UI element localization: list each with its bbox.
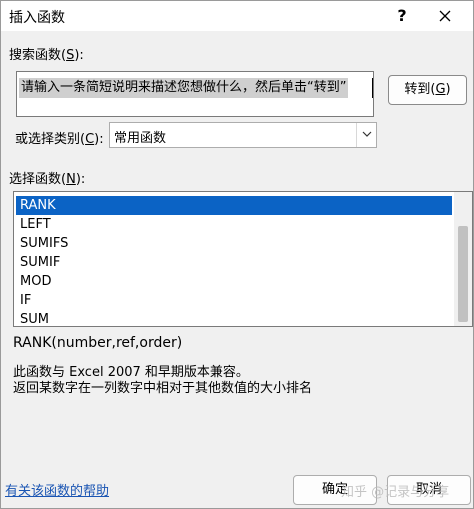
chevron-down-icon	[362, 131, 371, 137]
dialog-title: 插入函数	[9, 10, 65, 26]
help-button[interactable]: ?	[389, 4, 415, 28]
search-input-text: 请输入一条简短说明来描述您想做什么，然后单击“转到”	[19, 78, 349, 98]
function-item-if[interactable]: IF	[16, 291, 452, 310]
search-input[interactable]: 请输入一条简短说明来描述您想做什么，然后单击“转到”	[16, 71, 374, 117]
function-item-rank[interactable]: RANK	[16, 196, 452, 215]
function-item-sum[interactable]: SUM	[16, 310, 452, 326]
function-item-sumifs[interactable]: SUMIFS	[16, 234, 452, 253]
goto-button[interactable]: 转到(G)	[388, 75, 467, 105]
function-description: 返回某数字在一列数字中相对于其他数值的大小排名	[13, 381, 313, 396]
function-item-sumif[interactable]: SUMIF	[16, 253, 452, 272]
function-help-link[interactable]: 有关该函数的帮助	[5, 480, 109, 499]
text-caret	[372, 78, 373, 98]
function-item-mod[interactable]: MOD	[16, 272, 452, 291]
insert-function-dialog: 插入函数 ? 搜索函数(S): 请输入一条简短说明来描述您想做什么，然后单击“转…	[0, 0, 474, 509]
function-item-left[interactable]: LEFT	[16, 215, 452, 234]
category-value: 常用函数	[114, 131, 167, 146]
function-list-label: 选择函数(N):	[9, 172, 86, 187]
search-label: 搜索函数(S):	[9, 48, 84, 63]
category-select[interactable]: 常用函数	[109, 122, 377, 148]
scrollbar-thumb[interactable]	[458, 226, 468, 322]
close-icon	[439, 10, 451, 21]
cancel-button[interactable]: 取消	[387, 475, 471, 505]
function-listbox[interactable]: RANK LEFT SUMIFS SUMIF MOD IF SUM	[13, 191, 473, 327]
function-signature: RANK(number,ref,order)	[13, 335, 183, 351]
function-list-scrollbar[interactable]	[454, 192, 472, 326]
title-bar: 插入函数 ?	[1, 1, 473, 31]
category-dropdown-arrow[interactable]	[356, 123, 376, 147]
ok-button[interactable]: 确定	[293, 475, 377, 505]
close-button[interactable]	[429, 4, 461, 28]
category-label: 或选择类别(C):	[15, 132, 104, 147]
